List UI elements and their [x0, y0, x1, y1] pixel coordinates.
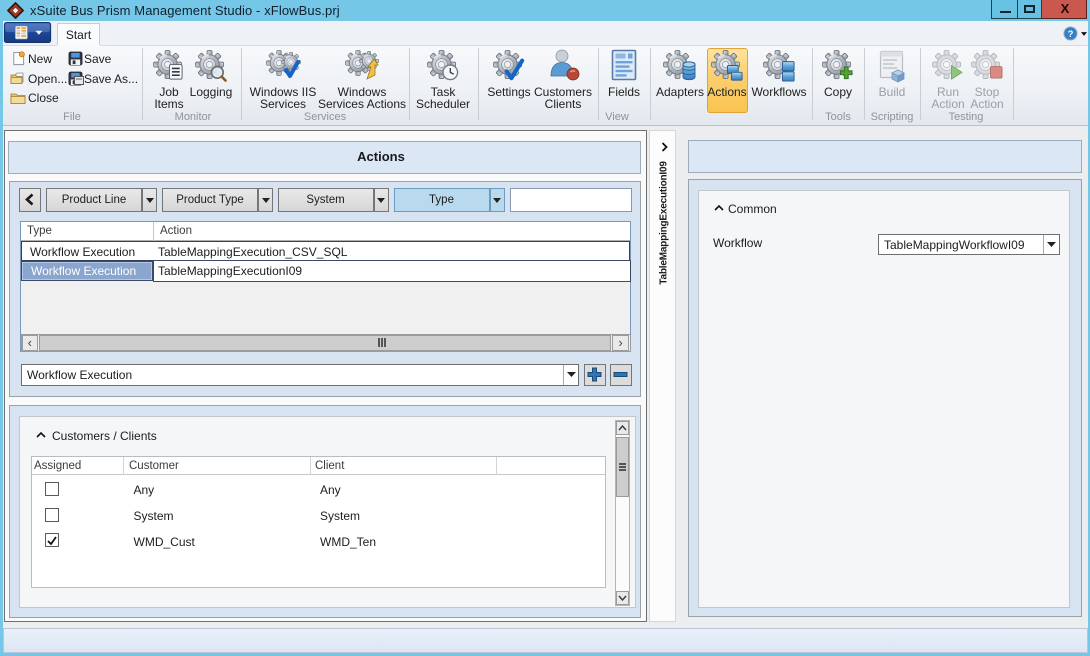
- svg-text:?: ?: [1068, 29, 1074, 40]
